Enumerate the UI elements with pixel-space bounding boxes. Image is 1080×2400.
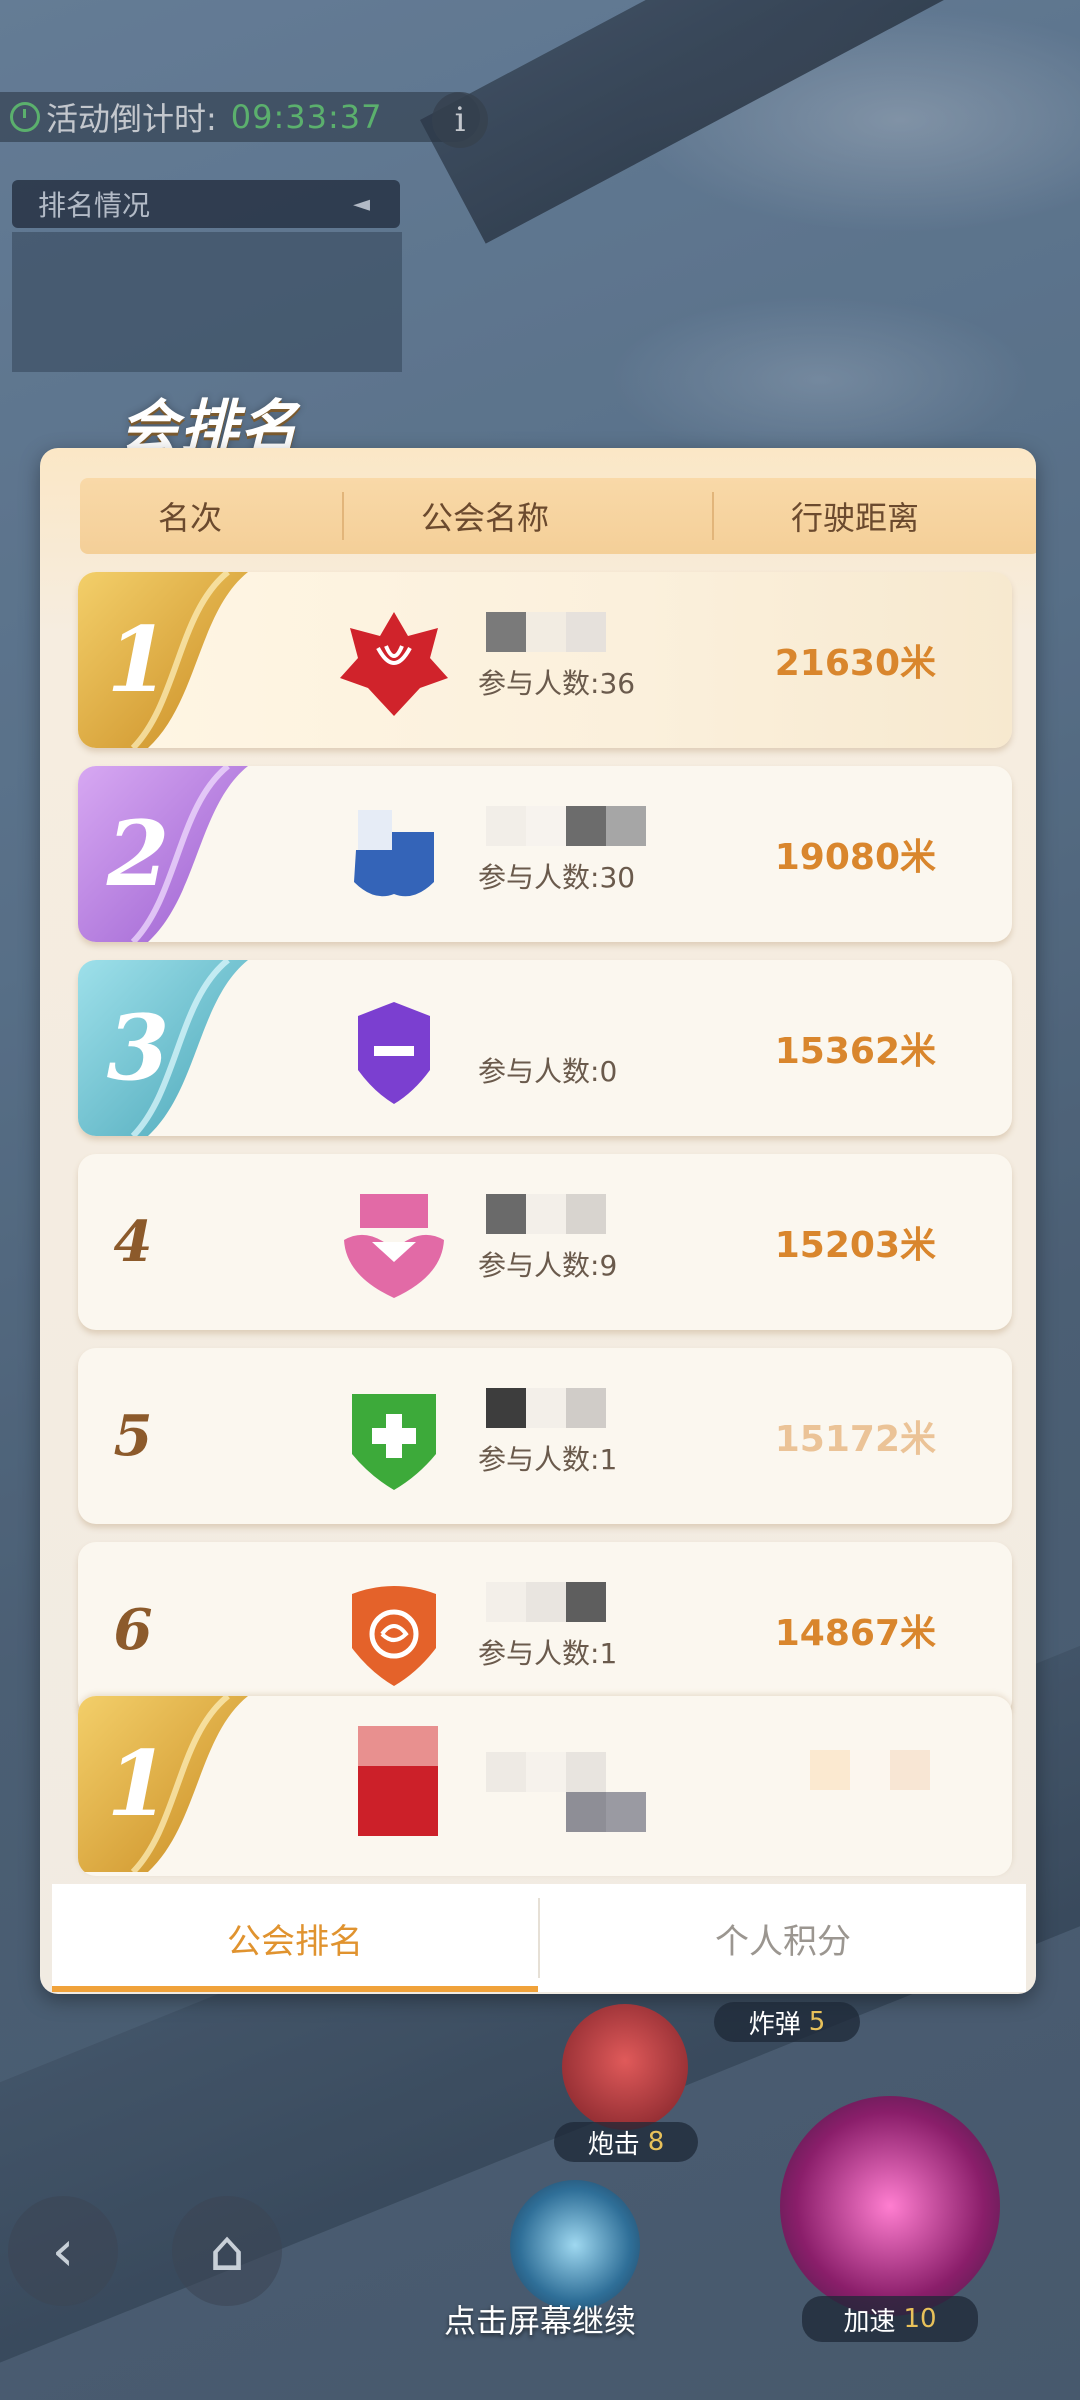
pink-heart-emblem	[344, 1194, 444, 1298]
rank-number: 2	[106, 801, 170, 907]
back-arrow-icon[interactable]: ‹	[8, 2196, 118, 2306]
tap-to-continue[interactable]: 点击屏幕继续	[0, 2296, 1080, 2342]
rank-number: 1	[106, 1731, 170, 1837]
guild-name-redacted	[486, 1388, 606, 1428]
member-count: 参与人数:1	[478, 1632, 617, 1672]
header-rank: 名次	[157, 499, 222, 537]
member-count: 参与人数:36	[478, 662, 635, 702]
rank-number: 6	[113, 1597, 153, 1663]
member-count: 参与人数:0	[478, 1050, 617, 1090]
member-value: 30	[599, 861, 636, 894]
cannon-label: 炮击	[587, 2129, 640, 2160]
orange-rose-emblem	[352, 1586, 436, 1686]
guild-name-redacted	[486, 1752, 646, 1832]
member-count: 参与人数:9	[478, 1244, 617, 1284]
member-label: 参与人数:	[478, 1443, 600, 1476]
guild-name-redacted	[486, 612, 606, 652]
steering-wheel-icon[interactable]	[510, 2180, 640, 2310]
table-row[interactable]: 1 参与人数:36 21630米	[78, 572, 1012, 748]
member-value: 36	[599, 667, 636, 700]
member-count: 参与人数:30	[478, 856, 635, 896]
member-value: 1	[599, 1637, 618, 1670]
member-value: 0	[599, 1055, 618, 1088]
distance-redacted	[810, 1750, 930, 1790]
table-row[interactable]: 6 参与人数:1 14867米	[78, 1542, 1012, 1718]
red-star-emblem	[340, 612, 448, 716]
distance-value: 15362米	[774, 1031, 936, 1072]
member-label: 参与人数:	[478, 1637, 600, 1670]
guild-name-redacted	[486, 1194, 606, 1234]
distance-value: 14867米	[774, 1613, 936, 1654]
table-header: 名次 公会名称 行驶距离	[80, 478, 1036, 554]
member-label: 参与人数:	[478, 1249, 600, 1282]
header-divider	[712, 492, 714, 540]
bomb-skill-label: 炸弹 5	[714, 2002, 860, 2042]
header-divider	[342, 492, 344, 540]
cannon-skill-button[interactable]	[562, 2004, 688, 2130]
purple-shield-emblem	[358, 1002, 430, 1104]
rank-number: 4	[113, 1209, 153, 1275]
distance-value: 15172米	[774, 1419, 936, 1460]
red-emblem-redacted	[358, 1726, 438, 1836]
bomb-label: 炸弹	[748, 2009, 801, 2040]
guild-name-redacted	[486, 1582, 606, 1622]
header-guild-name: 公会名称	[420, 499, 549, 537]
my-guild-row[interactable]: 1	[78, 1696, 1012, 1876]
distance-value: 21630米	[774, 643, 936, 684]
member-label: 参与人数:	[478, 861, 600, 894]
table-row[interactable]: 2 参与人数:30 19080米	[78, 766, 1012, 942]
rank-number: 1	[106, 607, 170, 713]
green-shield-emblem	[352, 1394, 436, 1490]
member-label: 参与人数:	[478, 667, 600, 700]
cannon-count: 8	[647, 2127, 665, 2157]
distance-value: 15203米	[774, 1225, 936, 1266]
ranking-panel: 名次 公会名称 行驶距离 1 参与人数:36 21630米 2 参与人数:30 …	[40, 448, 1036, 1994]
table-row[interactable]: 3 参与人数:0 15362米	[78, 960, 1012, 1136]
boost-skill-button[interactable]	[780, 2096, 1000, 2316]
member-value: 1	[599, 1443, 618, 1476]
member-count: 参与人数:1	[478, 1438, 617, 1478]
ranking-tabs: 公会排名 个人积分	[52, 1884, 1026, 1992]
home-icon[interactable]: ⌂	[172, 2196, 282, 2306]
header-distance: 行驶距离	[790, 499, 919, 537]
distance-value: 19080米	[774, 837, 936, 878]
cannon-skill-label: 炮击 8	[554, 2122, 698, 2162]
table-row[interactable]: 4 参与人数:9 15203米	[78, 1154, 1012, 1330]
member-value: 9	[599, 1249, 618, 1282]
blue-shield-emblem	[354, 810, 434, 897]
guild-name-redacted	[486, 806, 646, 846]
table-row[interactable]: 5 参与人数:1 15172米	[78, 1348, 1012, 1524]
bomb-count: 5	[808, 2007, 826, 2037]
tab-guild-ranking[interactable]: 公会排名	[52, 1884, 538, 1992]
rank-number: 3	[106, 995, 170, 1101]
tab-personal-score[interactable]: 个人积分	[540, 1884, 1026, 1992]
member-label: 参与人数:	[478, 1055, 600, 1088]
rank-number: 5	[113, 1403, 153, 1469]
